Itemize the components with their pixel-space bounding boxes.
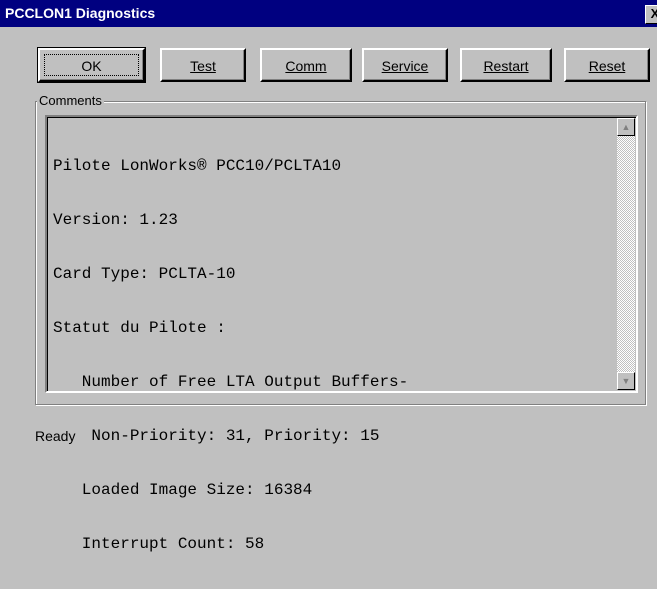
close-icon: X bbox=[650, 6, 657, 21]
comment-line: Statut du Pilote : bbox=[53, 319, 226, 337]
vertical-scrollbar[interactable]: ▲ ▼ bbox=[617, 118, 635, 390]
comment-line: Version: 1.23 bbox=[53, 211, 178, 229]
scroll-up-button[interactable]: ▲ bbox=[617, 118, 635, 136]
ok-button[interactable]: OK bbox=[37, 47, 146, 83]
comments-textarea[interactable]: Pilote LonWorks® PCC10/PCLTA10 Version: … bbox=[45, 115, 638, 553]
comment-line: Loaded Image Size: 16384 bbox=[53, 481, 313, 499]
restart-button[interactable]: Restart bbox=[460, 48, 552, 82]
comments-text: Pilote LonWorks® PCC10/PCLTA10 Version: … bbox=[53, 121, 613, 589]
comment-line: Card Type: PCLTA-10 bbox=[53, 265, 236, 283]
comment-line: Interrupt Count: 58 bbox=[53, 535, 265, 553]
window-title: PCCLON1 Diagnostics bbox=[5, 5, 156, 21]
comment-line: Pilote LonWorks® PCC10/PCLTA10 bbox=[53, 157, 342, 175]
comments-label: Comments bbox=[37, 93, 104, 108]
comm-button[interactable]: Comm bbox=[260, 48, 352, 82]
title-bar: PCCLON1 Diagnostics X bbox=[0, 0, 657, 27]
close-button[interactable]: X bbox=[645, 5, 657, 24]
comment-line: Number of Free LTA Output Buffers- bbox=[53, 373, 409, 391]
test-button[interactable]: Test bbox=[160, 48, 246, 82]
service-button[interactable]: Service bbox=[362, 48, 448, 82]
reset-button[interactable]: Reset bbox=[564, 48, 650, 82]
scroll-down-button[interactable]: ▼ bbox=[617, 372, 635, 390]
comment-line: Non-Priority: 31, Priority: 15 bbox=[53, 427, 380, 445]
status-text: Ready bbox=[35, 428, 76, 444]
arrow-up-icon: ▲ bbox=[621, 122, 631, 132]
arrow-down-icon: ▼ bbox=[621, 376, 631, 386]
ok-button-label: OK bbox=[44, 54, 139, 76]
